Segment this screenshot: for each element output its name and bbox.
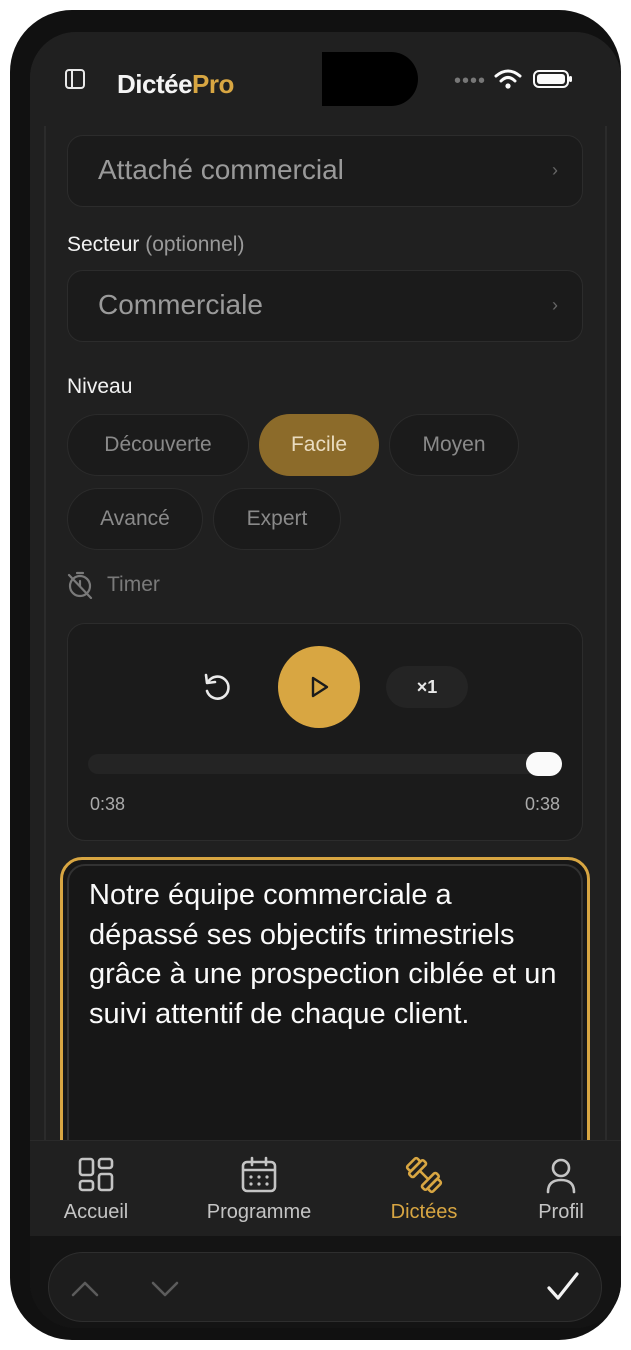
poste-select[interactable]: Attaché commercial › xyxy=(67,135,583,207)
app-header: DictéePro •••• xyxy=(30,32,621,126)
niveau-chip-moyen[interactable]: Moyen xyxy=(389,414,519,476)
chevron-right-icon: › xyxy=(552,160,558,180)
niveau-label: Niveau xyxy=(67,375,133,398)
progress-track[interactable] xyxy=(88,754,562,774)
tab-programme[interactable]: Programme xyxy=(198,1141,320,1237)
tab-profil[interactable]: Profil xyxy=(501,1141,621,1237)
chevron-right-icon: › xyxy=(552,295,558,315)
secteur-label-text: Secteur xyxy=(67,233,140,256)
content-border-right xyxy=(605,126,607,1142)
tab-accueil[interactable]: Accueil xyxy=(36,1141,156,1237)
niveau-chip-expert[interactable]: Expert xyxy=(213,488,341,550)
chevron-up-icon[interactable] xyxy=(69,1273,101,1305)
tab-bar: Accueil Programme Dictées Profil xyxy=(30,1140,621,1237)
brand-main: Dictée xyxy=(117,69,193,99)
grid-icon xyxy=(78,1157,114,1192)
app-screen: DictéePro •••• Attaché commercial › Sect… xyxy=(30,32,621,1328)
phone-frame: DictéePro •••• Attaché commercial › Sect… xyxy=(10,10,621,1340)
calendar-icon xyxy=(241,1156,277,1193)
content-border-left xyxy=(44,126,46,1142)
tab-label: Programme xyxy=(206,1201,312,1223)
battery-icon xyxy=(533,70,572,88)
sidebar-toggle-icon[interactable] xyxy=(64,68,86,90)
tab-dictees[interactable]: Dictées xyxy=(364,1141,484,1237)
play-icon xyxy=(311,676,329,698)
camera-notch xyxy=(322,52,418,106)
dictation-textarea[interactable]: Notre équipe commerciale a dépassé ses o… xyxy=(60,857,590,1142)
timer-label: Timer xyxy=(107,573,160,596)
tab-label: Accueil xyxy=(63,1201,129,1223)
speed-button[interactable]: ×1 xyxy=(386,666,468,708)
play-button[interactable] xyxy=(278,646,360,728)
input-accessory-bar xyxy=(48,1252,602,1322)
niveau-chip-decouverte[interactable]: Découverte xyxy=(67,414,249,476)
user-icon xyxy=(546,1158,576,1194)
tab-label: Dictées xyxy=(390,1201,458,1223)
secteur-label: Secteur (optionnel) xyxy=(67,233,244,257)
replay-icon[interactable] xyxy=(200,670,234,704)
app-logo: DictéePro xyxy=(117,69,234,100)
progress-thumb[interactable] xyxy=(526,752,562,776)
elapsed-time: 0:38 xyxy=(90,794,126,814)
tab-label: Profil xyxy=(538,1201,584,1223)
total-duration: 0:38 xyxy=(524,794,560,814)
keyboard-toolbar xyxy=(30,1236,621,1328)
dictation-text: Notre équipe commerciale a dépassé ses o… xyxy=(89,879,557,1030)
secteur-select[interactable]: Commerciale › xyxy=(67,270,583,342)
brand-accent: Pro xyxy=(192,69,234,99)
timer-off-icon xyxy=(67,571,93,599)
wifi-icon xyxy=(494,69,522,89)
dumbbell-icon xyxy=(405,1156,443,1194)
poste-value: Attaché commercial xyxy=(98,154,344,185)
checkmark-icon[interactable] xyxy=(545,1269,581,1305)
signal-dots: •••• xyxy=(454,70,487,92)
secteur-optional: (optionnel) xyxy=(145,233,245,256)
audio-player: ×1 0:38 0:38 xyxy=(67,623,583,841)
niveau-chip-facile[interactable]: Facile xyxy=(259,414,379,476)
secteur-value: Commerciale xyxy=(98,289,263,320)
chevron-down-icon[interactable] xyxy=(149,1273,181,1305)
niveau-chip-avance[interactable]: Avancé xyxy=(67,488,203,550)
timer-toggle[interactable]: Timer xyxy=(67,567,160,603)
scroll-content[interactable]: Attaché commercial › Secteur (optionnel)… xyxy=(30,126,621,1142)
